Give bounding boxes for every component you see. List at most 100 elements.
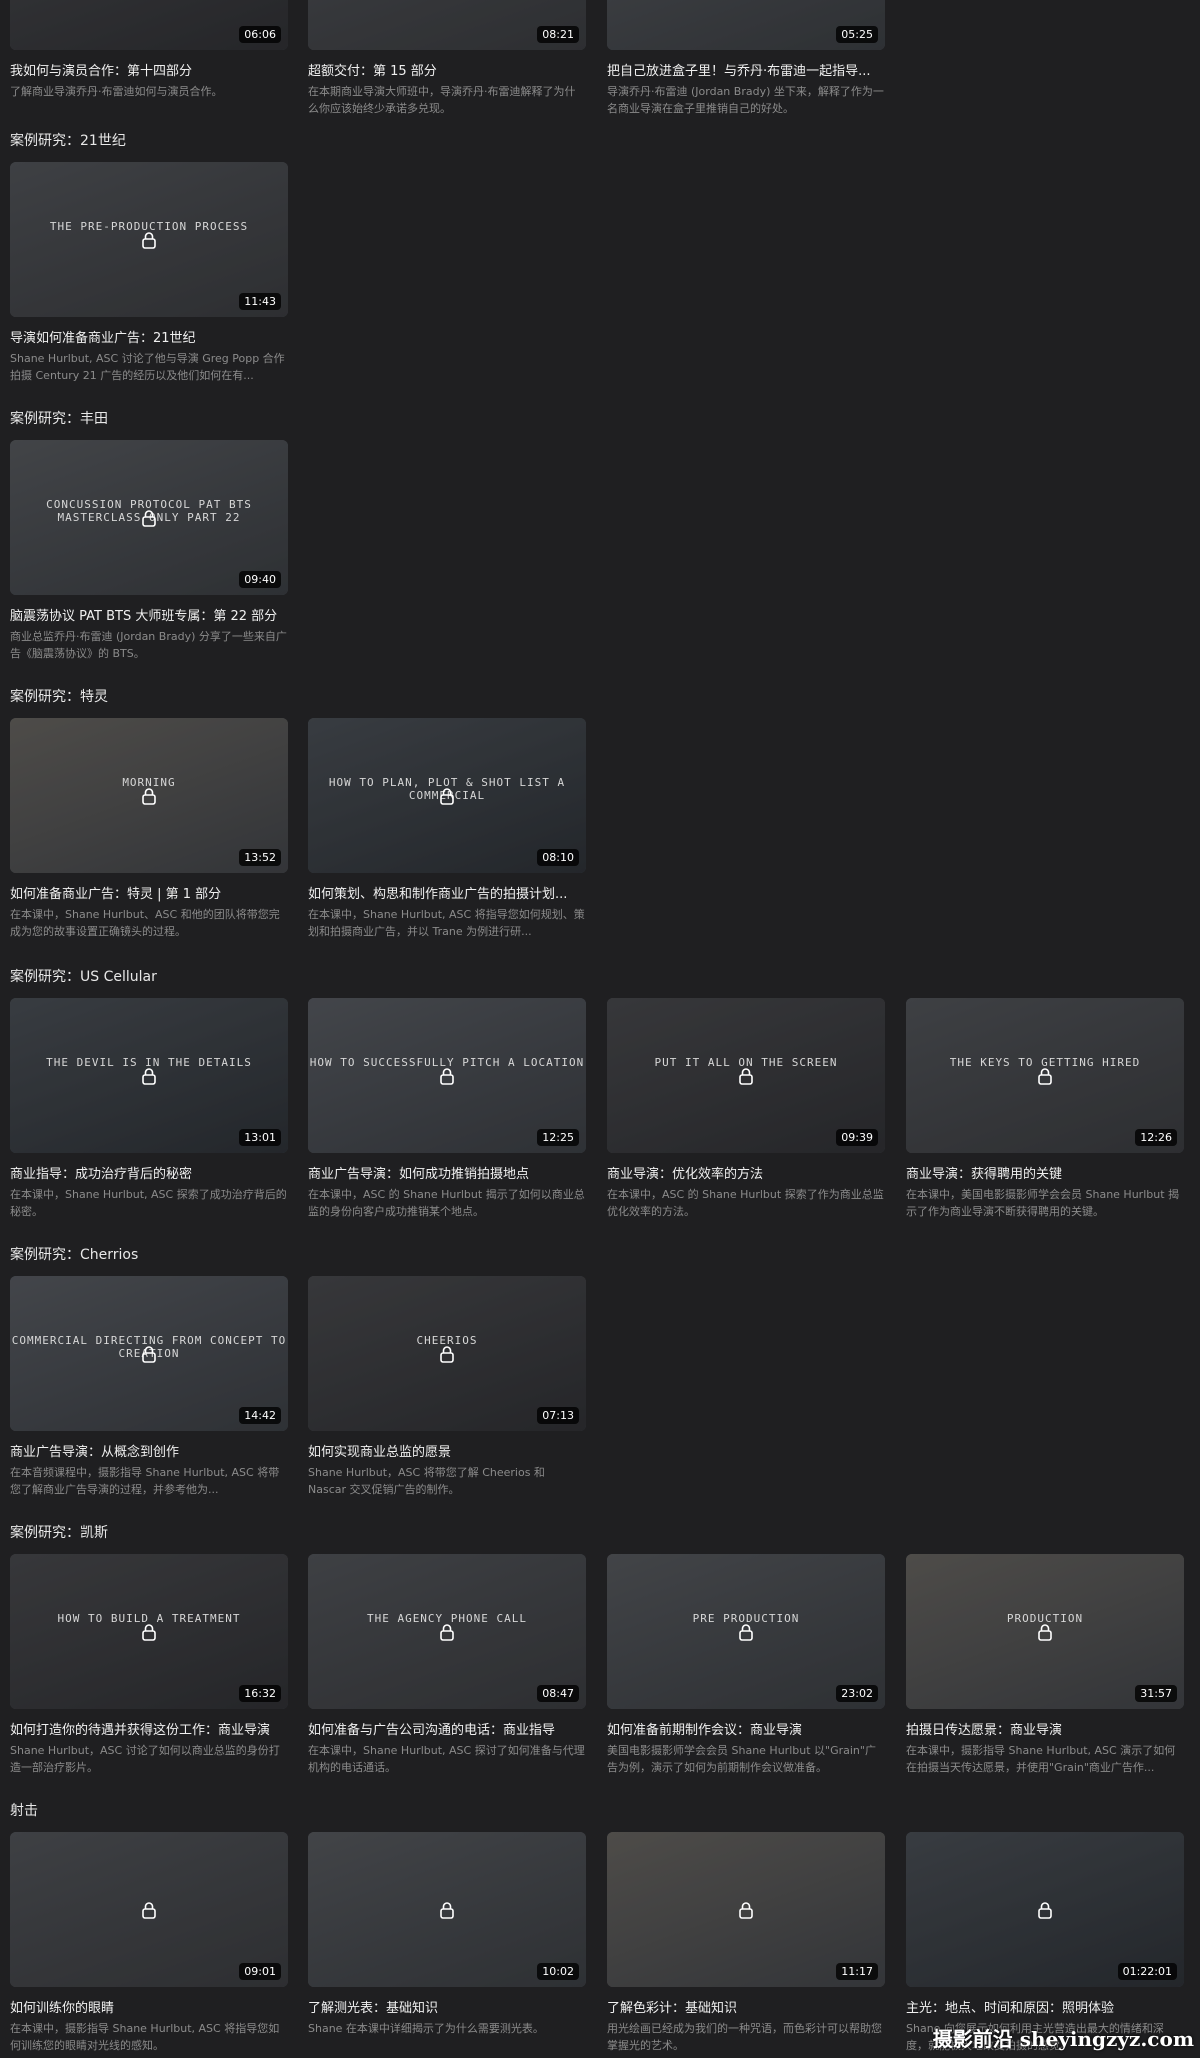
lock-icon — [142, 1623, 156, 1641]
section-title: 案例研究：21世纪 — [10, 133, 126, 149]
video-title[interactable]: 商业导演：优化效率的方法 — [607, 1163, 885, 1182]
duration-badge: 10:02 — [537, 1963, 579, 1980]
video-thumbnail[interactable]: THE KEYS TO GETTING HIRED 12:26 — [906, 998, 1184, 1153]
video-thumbnail[interactable]: 09:01 — [10, 1832, 288, 1987]
video-thumbnail[interactable]: PUT IT ALL ON THE SCREEN 09:39 — [607, 998, 885, 1153]
video-description: 了解商业导演乔丹·布雷迪如何与演员合作。 — [10, 85, 223, 98]
video-thumbnail[interactable]: 10:02 — [308, 1832, 586, 1987]
video-title[interactable]: 如何准备前期制作会议：商业导演 — [607, 1719, 885, 1738]
lock-icon — [142, 509, 156, 527]
duration-badge: 08:47 — [537, 1685, 579, 1702]
duration-badge: 09:01 — [239, 1963, 281, 1980]
video-thumbnail[interactable]: HOW TO PLAN, PLOT & SHOT LIST A COMMERCI… — [308, 718, 586, 873]
video-description: 在本课中，摄影指导 Shane Hurlbut, ASC 演示了如何在拍摄当天传… — [906, 1744, 1176, 1774]
video-card[interactable]: THE PRE-PRODUCTION PROCESS 11:43 导演如何准备商业广… — [10, 162, 288, 384]
video-card[interactable]: 06:06 我如何与演员合作：第十四部分了解商业导演乔丹·布雷迪如何与演员合作。 — [10, 0, 288, 100]
video-description: 在本课中，Shane Hurlbut, ASC 探讨了如何准备与代理机构的电话通… — [308, 1744, 585, 1774]
duration-badge: 06:06 — [239, 26, 281, 43]
video-thumbnail[interactable]: MORNING 13:52 — [10, 718, 288, 873]
duration-badge: 05:25 — [836, 26, 878, 43]
video-card[interactable]: HOW TO SUCCESSFULLY PITCH A LOCATION 12:2… — [308, 998, 586, 1220]
video-thumbnail[interactable]: 06:06 — [10, 0, 288, 50]
video-thumbnail[interactable]: PRE PRODUCTION 23:02 — [607, 1554, 885, 1709]
duration-badge: 23:02 — [836, 1685, 878, 1702]
video-title[interactable]: 把自己放进盒子里！与乔丹·布雷迪一起指导... — [607, 60, 885, 79]
video-thumbnail[interactable]: 11:17 — [607, 1832, 885, 1987]
video-thumbnail[interactable]: YOURSELF IN A BOX05:25 — [607, 0, 885, 50]
video-card[interactable]: 08:21 超额交付：第 15 部分 在本期商业导演大师班中，导演乔丹·布雷迪解释了… — [308, 0, 586, 117]
video-title[interactable]: 脑震荡协议 PAT BTS 大师班专属：第 22 部分 — [10, 605, 288, 624]
video-card[interactable]: COMMERCIAL DIRECTING FROM CONCEPT TO CRE… — [10, 1276, 288, 1498]
section-title: 案例研究：US Cellular — [10, 969, 157, 985]
video-title[interactable]: 如何准备商业广告：特灵 | 第 1 部分 — [10, 883, 288, 902]
video-card[interactable]: 01:22:01 主光：地点、时间和原因：照明体验 Shane 向您展示如何利用主光… — [906, 1832, 1184, 2054]
lock-icon — [142, 787, 156, 805]
duration-badge: 11:17 — [836, 1963, 878, 1980]
video-title[interactable]: 如何准备与广告公司沟通的电话：商业指导 — [308, 1719, 586, 1738]
video-title[interactable]: 商业导演：获得聘用的关键 — [906, 1163, 1184, 1182]
lock-icon — [142, 1345, 156, 1363]
video-title[interactable]: 我如何与演员合作：第十四部分 — [10, 60, 288, 79]
video-description: 在本课中，ASC 的 Shane Hurlbut 揭示了如何以商业总监的身份向客… — [308, 1188, 585, 1218]
video-title[interactable]: 如何策划、构思和制作商业广告的拍摄计划... — [308, 883, 586, 902]
video-thumbnail[interactable]: PRODUCTION 31:57 — [906, 1554, 1184, 1709]
video-description: 在本课中，摄影指导 Shane Hurlbut, ASC 将指导您如何训练您的眼… — [10, 2022, 280, 2052]
video-card[interactable]: Cheerios 07:13 如何实现商业总监的愿景 Shane Hurlbut，AS… — [308, 1276, 586, 1498]
video-card[interactable]: 10:02 了解测光表：基础知识 Shane 在本课中详细揭示了为什么需要测光表。 — [308, 1832, 586, 2037]
video-thumbnail[interactable]: THE PRE-PRODUCTION PROCESS 11:43 — [10, 162, 288, 317]
video-card[interactable]: 11:17 了解色彩计：基础知识 用光绘画已经成为我们的一种咒语，而色彩计可以帮助您… — [607, 1832, 885, 2054]
video-title[interactable]: 商业指导：成功治疗背后的秘密 — [10, 1163, 288, 1182]
video-card[interactable]: THE KEYS TO GETTING HIRED 12:26 商业导演：获得聘用的… — [906, 998, 1184, 1220]
video-thumbnail[interactable]: 08:21 — [308, 0, 586, 50]
video-card[interactable]: 09:01 如何训练你的眼睛在本课中，摄影指导 Shane Hurlbut, AS… — [10, 1832, 288, 2054]
video-card[interactable]: HOW TO PLAN, PLOT & SHOT LIST A COMMERCI… — [308, 718, 586, 940]
duration-badge: 11:43 — [239, 293, 281, 310]
video-title[interactable]: 拍摄日传达愿景：商业导演 — [906, 1719, 1184, 1738]
video-card[interactable]: HOW TO BUILD A TREATMENT 16:32 如何打造你的待遇并获得… — [10, 1554, 288, 1776]
lock-icon — [1038, 1623, 1052, 1641]
video-title[interactable]: 如何训练你的眼睛 — [10, 1997, 288, 2016]
video-thumbnail[interactable]: COMMERCIAL DIRECTING FROM CONCEPT TO CRE… — [10, 1276, 288, 1431]
video-title[interactable]: 导演如何准备商业广告：21世纪 — [10, 327, 288, 346]
video-thumbnail[interactable]: Cheerios 07:13 — [308, 1276, 586, 1431]
video-title[interactable]: 超额交付：第 15 部分 — [308, 60, 586, 79]
video-title[interactable]: 商业广告导演：从概念到创作 — [10, 1441, 288, 1460]
video-card[interactable]: THE AGENCY PHONE CALL 08:47 如何准备与广告公司沟通的电话… — [308, 1554, 586, 1776]
lock-icon — [739, 1623, 753, 1641]
video-thumbnail[interactable]: CONCUSSION PROTOCOL PAT BTS MASTERCLASS … — [10, 440, 288, 595]
video-title[interactable]: 如何实现商业总监的愿景 — [308, 1441, 586, 1460]
video-thumbnail[interactable]: THE DEVIL IS IN THE DETAILS 13:01 — [10, 998, 288, 1153]
video-thumbnail[interactable]: HOW TO BUILD A TREATMENT 16:32 — [10, 1554, 288, 1709]
video-thumbnail[interactable]: THE AGENCY PHONE CALL 08:47 — [308, 1554, 586, 1709]
video-card[interactable]: CONCUSSION PROTOCOL PAT BTS MASTERCLASS … — [10, 440, 288, 662]
video-card[interactable]: PRODUCTION 31:57 拍摄日传达愿景：商业导演在本课中，摄影指导 Sha… — [906, 1554, 1184, 1776]
video-card[interactable]: PRE PRODUCTION 23:02 如何准备前期制作会议：商业导演 美国电影摄影… — [607, 1554, 885, 1776]
video-card[interactable]: THE DEVIL IS IN THE DETAILS 13:01 商业指导：成功治… — [10, 998, 288, 1220]
lock-icon — [142, 231, 156, 249]
lock-icon — [739, 1067, 753, 1085]
video-card[interactable]: MORNING 13:52 如何准备商业广告：特灵 | 第 1 部分 在本课中，Sha… — [10, 718, 288, 940]
duration-badge: 14:42 — [239, 1407, 281, 1424]
video-title[interactable]: 如何打造你的待遇并获得这份工作：商业导演 — [10, 1719, 288, 1738]
video-thumbnail[interactable]: HOW TO SUCCESSFULLY PITCH A LOCATION 12:2… — [308, 998, 586, 1153]
duration-badge: 08:21 — [537, 26, 579, 43]
video-thumbnail[interactable]: 01:22:01 — [906, 1832, 1184, 1987]
section-title: 射击 — [10, 1803, 38, 1819]
lock-icon — [142, 1901, 156, 1919]
video-description: 在本音频课程中，摄影指导 Shane Hurlbut, ASC 将带您了解商业广… — [10, 1466, 280, 1496]
section-title: 案例研究：特灵 — [10, 689, 108, 705]
video-title[interactable]: 了解测光表：基础知识 — [308, 1997, 586, 2016]
duration-badge: 01:22:01 — [1117, 1963, 1177, 1980]
video-card[interactable]: YOURSELF IN A BOX05:25 把自己放进盒子里！与乔丹·布雷迪一起… — [607, 0, 885, 117]
video-title[interactable]: 了解色彩计：基础知识 — [607, 1997, 885, 2016]
video-description: Shane Hurlbut, ASC 讨论了他与导演 Greg Popp 合作拍… — [10, 352, 285, 382]
duration-badge: 09:40 — [239, 571, 281, 588]
video-description: 在本课中，美国电影摄影师学会会员 Shane Hurlbut 揭示了作为商业导演… — [906, 1188, 1180, 1218]
video-description: Shane Hurlbut，ASC 讨论了如何以商业总监的身份打造一部治疗影片。 — [10, 1744, 280, 1774]
video-title[interactable]: 商业广告导演：如何成功推销拍摄地点 — [308, 1163, 586, 1182]
video-title[interactable]: 主光：地点、时间和原因：照明体验 — [906, 1997, 1184, 2016]
lock-icon — [440, 1901, 454, 1919]
video-card[interactable]: PUT IT ALL ON THE SCREEN 09:39 商业导演：优化效率的方… — [607, 998, 885, 1220]
video-description: 在本课中，Shane Hurlbut, ASC 将指导您如何规划、策划和拍摄商业… — [308, 908, 585, 938]
duration-badge: 09:39 — [836, 1129, 878, 1146]
